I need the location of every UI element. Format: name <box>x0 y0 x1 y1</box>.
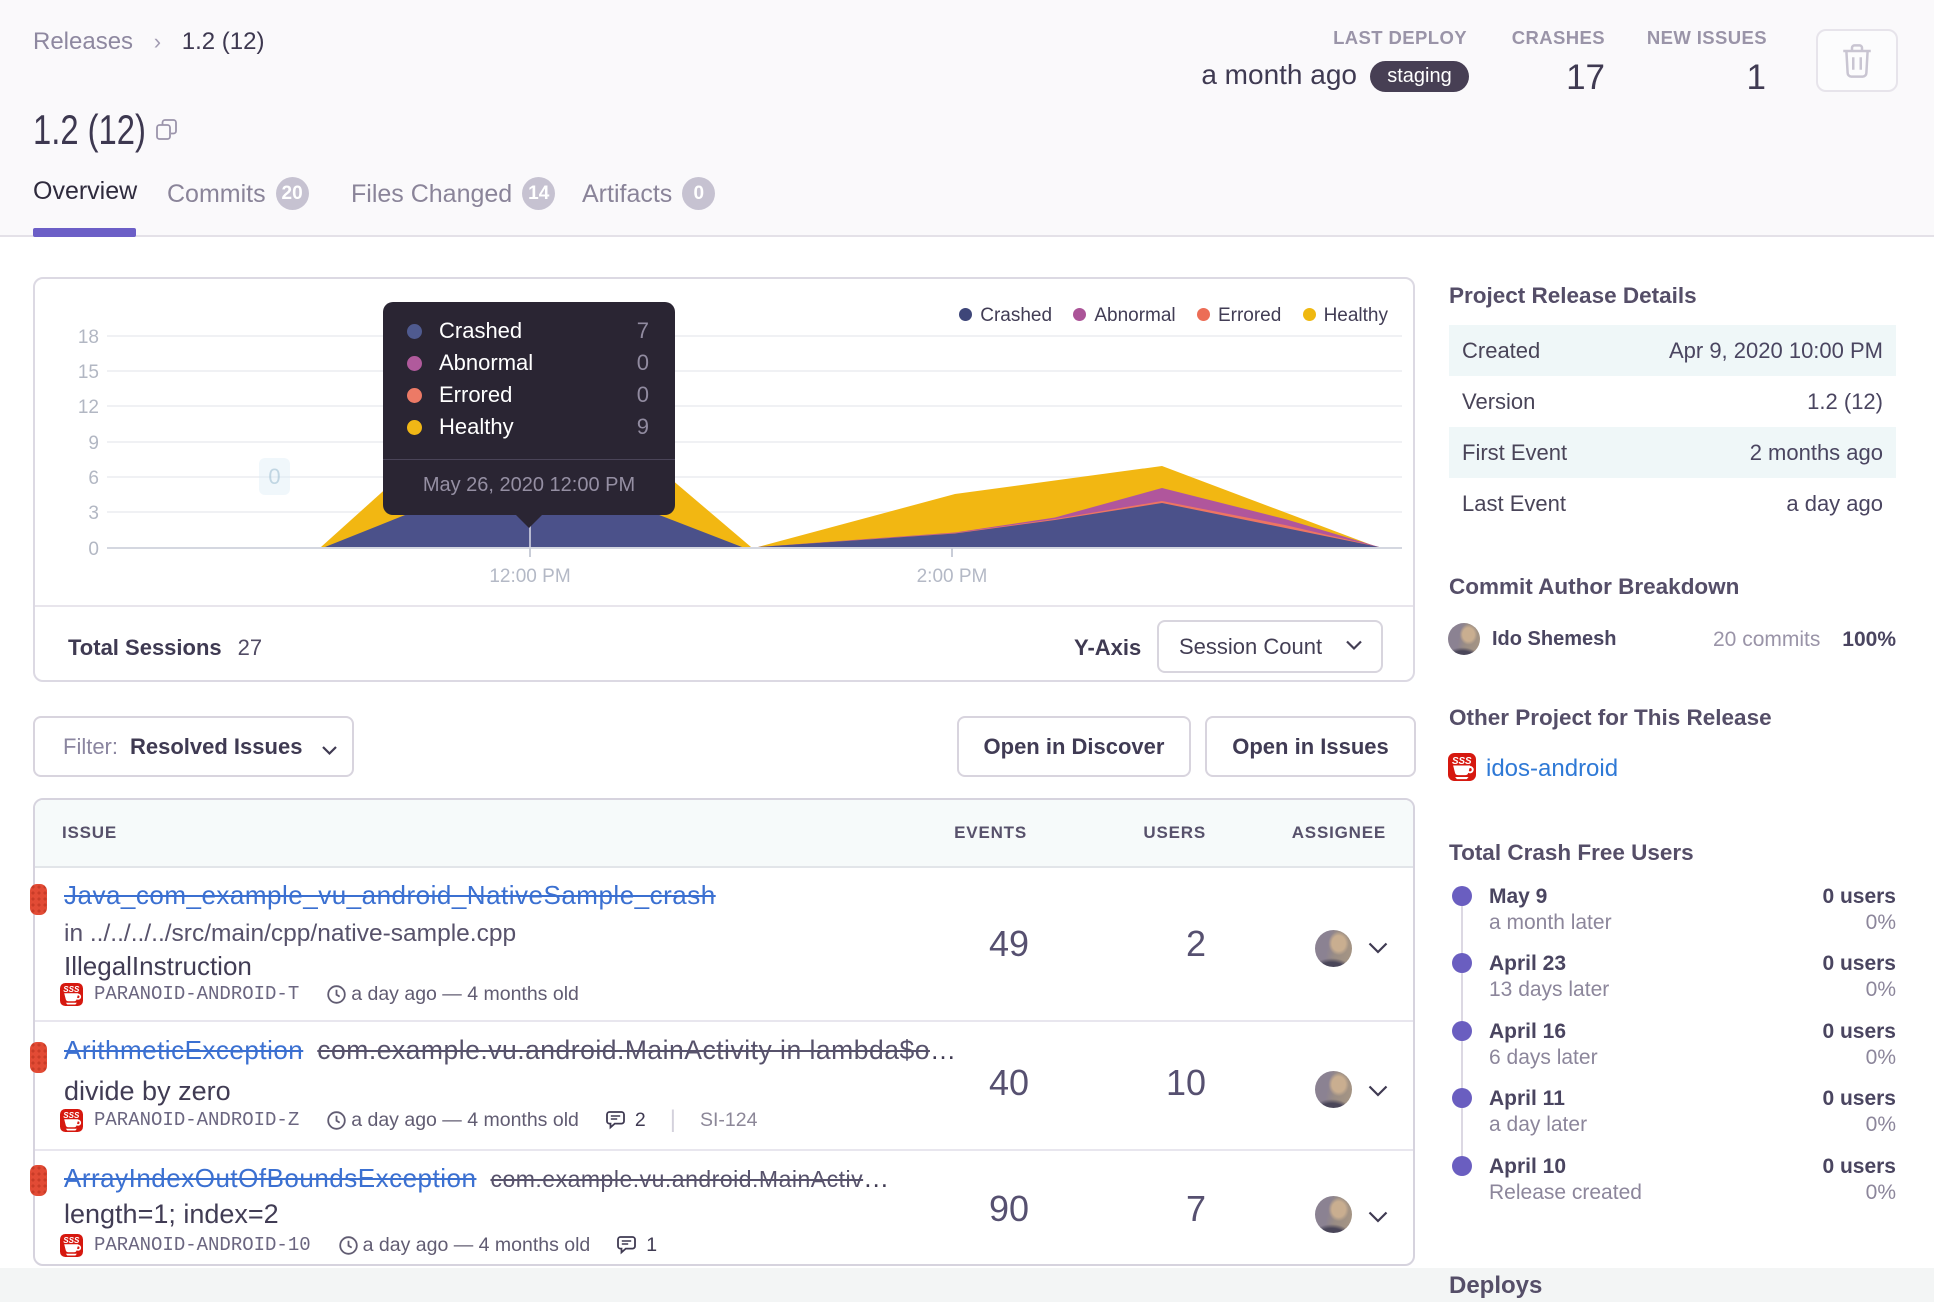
svg-text:2:00 PM: 2:00 PM <box>917 566 988 587</box>
svg-text:SSS: SSS <box>63 985 80 994</box>
svg-text:SSS: SSS <box>63 1236 80 1245</box>
svg-text:15: 15 <box>78 362 99 383</box>
svg-text:12:00 PM: 12:00 PM <box>489 566 570 587</box>
svg-text:0: 0 <box>88 539 99 560</box>
svg-text:18: 18 <box>78 327 99 348</box>
svg-text:9: 9 <box>88 433 99 454</box>
svg-text:3: 3 <box>88 503 99 524</box>
svg-text:SSS: SSS <box>63 1111 80 1120</box>
svg-text:12: 12 <box>78 397 99 418</box>
svg-text:6: 6 <box>88 468 99 489</box>
